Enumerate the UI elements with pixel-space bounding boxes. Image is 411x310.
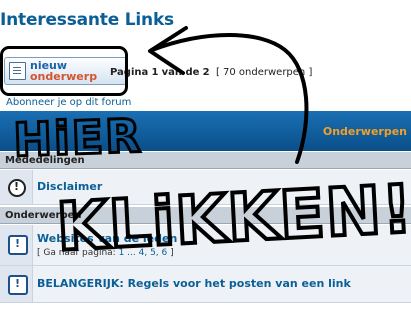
topic-icon-cell [0, 266, 33, 302]
topic-row[interactable]: BELANGERIJK: Regels voor het posten van … [0, 266, 411, 303]
hand-drawn-circle [0, 46, 128, 96]
topic-title-link[interactable]: Disclaimer [37, 180, 102, 193]
sticky-topic-icon [8, 235, 28, 255]
topic-icon-cell [0, 225, 33, 265]
table-header: Onderwerpen [0, 111, 411, 151]
section-row-announcements: Mededelingen [0, 151, 411, 169]
section-row-topics: Onderwerpen [0, 206, 411, 224]
pagination-info: Pagina 1 van de 2 [ 70 onderwerpen ] [110, 67, 313, 78]
topic-row[interactable]: Websites van de leden [ Ga naar pagina: … [0, 225, 411, 266]
topic-row[interactable]: Disclaimer [0, 170, 411, 205]
sticky-topic-icon [8, 275, 28, 295]
page-title: Interessante Links [0, 10, 174, 30]
announcement-icon [8, 179, 26, 197]
topics-column-header[interactable]: Onderwerpen [323, 125, 407, 138]
topic-title-link[interactable]: Websites van de leden [37, 232, 177, 245]
subscribe-link[interactable]: Abonneer je op dit forum [6, 97, 131, 108]
topic-icon-cell [0, 170, 33, 204]
topic-page-links: [ Ga naar pagina: 1 ... 4, 5, 6 ] [37, 248, 174, 258]
topic-title-link[interactable]: BELANGERIJK: Regels voor het posten van … [37, 277, 351, 290]
page-jump-links[interactable]: 1 ... 4, 5, 6 [119, 248, 168, 258]
